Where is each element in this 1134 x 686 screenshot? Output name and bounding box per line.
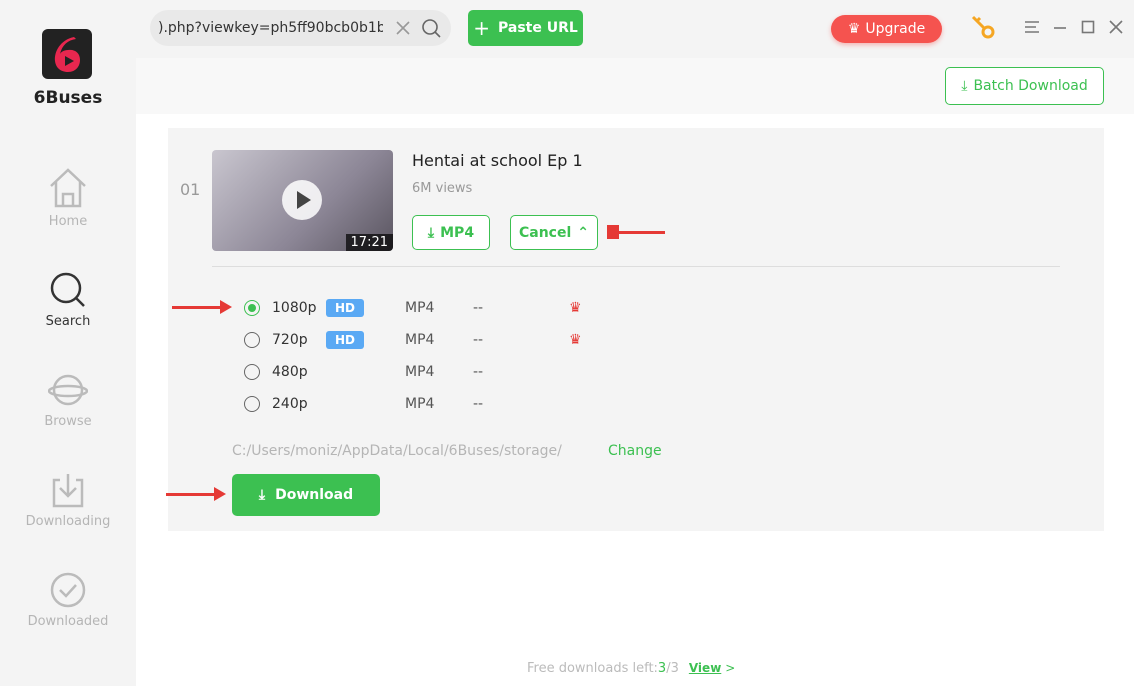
resolution: 720p	[272, 332, 308, 348]
sidebar-item-downloaded[interactable]: Downloaded	[0, 570, 136, 629]
menu-icon[interactable]	[1024, 20, 1040, 34]
upgrade-label: Upgrade	[865, 21, 926, 37]
free-downloads-used: 3	[657, 661, 667, 676]
free-downloads-counter: Free downloads left: 3 /3 View >	[527, 661, 735, 676]
file-size: --	[473, 300, 484, 316]
quality-option[interactable]: 1080p HD MP4 -- ♛	[232, 298, 632, 318]
home-icon	[50, 168, 86, 208]
sidebar-item-label: Browse	[44, 414, 92, 429]
close-icon[interactable]	[1109, 20, 1123, 34]
video-thumbnail[interactable]: 17:21	[212, 150, 393, 251]
radio-button[interactable]	[244, 300, 260, 316]
radio-button[interactable]	[244, 364, 260, 380]
resolution: 240p	[272, 396, 308, 412]
clear-icon[interactable]	[395, 20, 411, 36]
url-value: ).php?viewkey=ph5ff90bcb0b1b3	[158, 20, 383, 36]
change-path-link[interactable]: Change	[608, 443, 662, 459]
check-circle-icon	[50, 572, 86, 608]
paste-url-label: Paste URL	[497, 20, 578, 36]
crown-icon: ♛	[569, 332, 582, 348]
file-size: --	[473, 332, 484, 348]
format: MP4	[405, 364, 435, 380]
resolution: 1080p	[272, 300, 317, 316]
planet-icon	[48, 374, 88, 406]
sidebar-item-downloading[interactable]: Downloading	[0, 470, 136, 529]
hd-badge: HD	[326, 299, 364, 317]
sidebar-item-search[interactable]: Search	[0, 270, 136, 329]
cancel-label: Cancel	[518, 224, 572, 241]
free-downloads-total: /3	[666, 661, 679, 676]
download-icon: ⤓	[427, 224, 435, 241]
resolution: 480p	[272, 364, 308, 380]
app-logo	[42, 29, 92, 79]
paste-url-button[interactable]: + Paste URL	[468, 10, 583, 46]
batch-download-button[interactable]: ⤓ Batch Download	[945, 67, 1104, 105]
crown-icon: ♛	[569, 300, 582, 316]
crown-icon: ♛	[847, 21, 861, 37]
play-icon[interactable]	[282, 180, 322, 220]
plus-icon: +	[473, 16, 490, 40]
minimize-icon[interactable]	[1053, 20, 1067, 34]
search-icon[interactable]	[421, 18, 441, 38]
cancel-button[interactable]: Cancel ⌃	[510, 215, 598, 250]
quality-option[interactable]: 720p HD MP4 -- ♛	[232, 330, 632, 350]
file-size: --	[473, 364, 484, 380]
divider	[212, 266, 1060, 267]
sidebar-item-home[interactable]: Home	[0, 166, 136, 229]
app-name: 6Buses	[33, 88, 103, 108]
file-size: --	[473, 396, 484, 412]
radio-button[interactable]	[244, 396, 260, 412]
download-icon: ⤓	[258, 487, 266, 503]
key-icon[interactable]	[970, 14, 998, 40]
format: MP4	[405, 332, 435, 348]
sidebar-item-label: Downloading	[25, 514, 111, 529]
video-index: 01	[180, 180, 201, 199]
url-input[interactable]: ).php?viewkey=ph5ff90bcb0b1b3	[150, 10, 451, 46]
download-button[interactable]: ⤓ Download	[232, 474, 380, 516]
quality-option[interactable]: 480p MP4 --	[232, 362, 632, 382]
upgrade-button[interactable]: ♛ Upgrade	[831, 15, 942, 43]
download-icon: ⤓	[961, 78, 968, 94]
view-link[interactable]: View	[689, 661, 721, 676]
sidebar-item-browse[interactable]: Browse	[0, 370, 136, 429]
quality-option[interactable]: 240p MP4 --	[232, 394, 632, 414]
mp4-label: MP4	[440, 224, 475, 241]
sidebar-item-label: Search	[45, 314, 91, 329]
chevron-up-icon: ⌃	[577, 224, 589, 241]
hd-badge: HD	[326, 331, 364, 349]
radio-button[interactable]	[244, 332, 260, 348]
view-arrow-icon[interactable]: >	[725, 661, 735, 676]
download-label: Download	[275, 487, 354, 503]
format: MP4	[405, 300, 435, 316]
video-views: 6M views	[412, 181, 473, 196]
save-path: C:/Users/moniz/AppData/Local/6Buses/stor…	[232, 443, 562, 459]
download-tray-icon	[52, 474, 84, 508]
search-icon	[50, 272, 85, 307]
sidebar-item-label: Downloaded	[27, 614, 109, 629]
batch-download-label: Batch Download	[973, 78, 1088, 94]
video-duration: 17:21	[345, 234, 393, 251]
sidebar-item-label: Home	[48, 214, 88, 229]
free-downloads-label: Free downloads left:	[527, 661, 658, 676]
format: MP4	[405, 396, 435, 412]
mp4-button[interactable]: ⤓ MP4	[412, 215, 490, 250]
video-title: Hentai at school Ep 1	[412, 151, 583, 170]
maximize-icon[interactable]	[1081, 20, 1095, 34]
